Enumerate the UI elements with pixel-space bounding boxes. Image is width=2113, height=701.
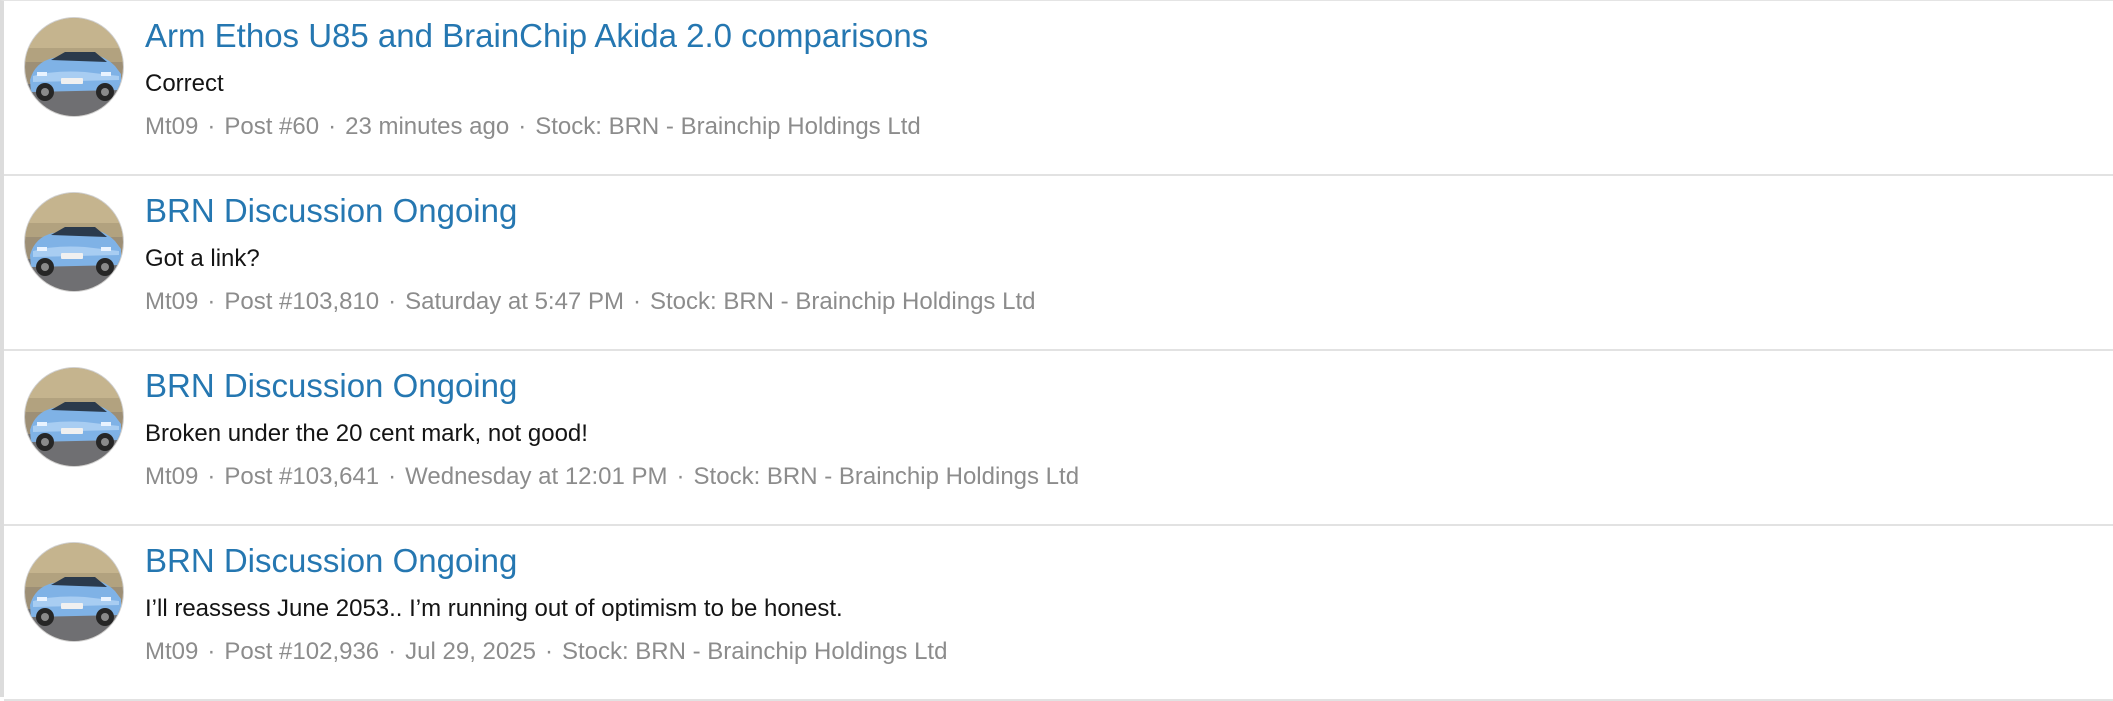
post-number-link[interactable]: Post #103,641	[224, 463, 379, 490]
stock-link[interactable]: Stock: BRN - Brainchip Holdings Ltd	[694, 463, 1080, 490]
post-time: Jul 29, 2025	[405, 638, 536, 665]
meta-separator: ·	[676, 463, 685, 490]
post-snippet: Correct	[145, 70, 224, 97]
author-link[interactable]: Mt09	[145, 638, 198, 665]
meta-separator: ·	[328, 113, 337, 140]
meta-separator: ·	[518, 113, 527, 140]
meta-separator: ·	[632, 288, 641, 315]
user-avatar-icon[interactable]	[25, 368, 123, 466]
stock-link[interactable]: Stock: BRN - Brainchip Holdings Ltd	[535, 113, 921, 140]
meta-separator: ·	[207, 288, 216, 315]
user-avatar-icon[interactable]	[25, 193, 123, 291]
meta-separator: ·	[388, 288, 397, 315]
meta-separator: ·	[388, 463, 397, 490]
post-number-link[interactable]: Post #102,936	[224, 638, 379, 665]
stock-link[interactable]: Stock: BRN - Brainchip Holdings Ltd	[650, 288, 1036, 315]
user-avatar-icon[interactable]	[25, 543, 123, 641]
result-item: BRN Discussion Ongoing Broken under the …	[4, 351, 2113, 526]
post-time: Saturday at 5:47 PM	[405, 288, 624, 315]
post-number-link[interactable]: Post #60	[224, 113, 319, 140]
post-time: 23 minutes ago	[345, 113, 510, 140]
meta-separator: ·	[207, 638, 216, 665]
post-snippet: Broken under the 20 cent mark, not good!	[145, 420, 588, 447]
result-item: BRN Discussion Ongoing Got a link? Mt09 ·…	[4, 176, 2113, 351]
search-results-list: Arm Ethos U85 and BrainChip Akida 2.0 co…	[0, 0, 2113, 701]
meta-separator: ·	[388, 638, 397, 665]
author-link[interactable]: Mt09	[145, 463, 198, 490]
thread-title-link[interactable]: BRN Discussion Ongoing	[145, 540, 517, 582]
post-meta: Mt09 · Post #102,936 · Jul 29, 2025 · Stock: B…	[145, 636, 947, 668]
meta-separator: ·	[207, 113, 216, 140]
post-snippet: I’ll reassess June 2053.. I’m running ou…	[145, 595, 843, 622]
thread-title-link[interactable]: Arm Ethos U85 and BrainChip Akida 2.0 co…	[145, 15, 928, 57]
author-link[interactable]: Mt09	[145, 288, 198, 315]
post-number-link[interactable]: Post #103,810	[224, 288, 379, 315]
post-meta: Mt09 · Post #60 · 23 minutes ago · Stock: BRN …	[145, 111, 921, 143]
meta-separator: ·	[207, 463, 216, 490]
thread-title-link[interactable]: BRN Discussion Ongoing	[145, 365, 517, 407]
post-meta: Mt09 · Post #103,810 · Saturday at 5:47 PM · S…	[145, 286, 1035, 318]
meta-separator: ·	[544, 638, 553, 665]
blue-car-photo	[25, 543, 123, 641]
post-snippet: Got a link?	[145, 245, 260, 272]
result-item: Arm Ethos U85 and BrainChip Akida 2.0 co…	[4, 1, 2113, 176]
user-avatar-icon[interactable]	[25, 18, 123, 116]
author-link[interactable]: Mt09	[145, 113, 198, 140]
stock-link[interactable]: Stock: BRN - Brainchip Holdings Ltd	[562, 638, 948, 665]
post-time: Wednesday at 12:01 PM	[405, 463, 668, 490]
thread-title-link[interactable]: BRN Discussion Ongoing	[145, 190, 517, 232]
post-meta: Mt09 · Post #103,641 · Wednesday at 12:01 PM…	[145, 461, 1079, 493]
blue-car-photo	[25, 18, 123, 116]
blue-car-photo	[25, 193, 123, 291]
result-item: BRN Discussion Ongoing I’ll reassess Jun…	[4, 526, 2113, 701]
blue-car-photo	[25, 368, 123, 466]
